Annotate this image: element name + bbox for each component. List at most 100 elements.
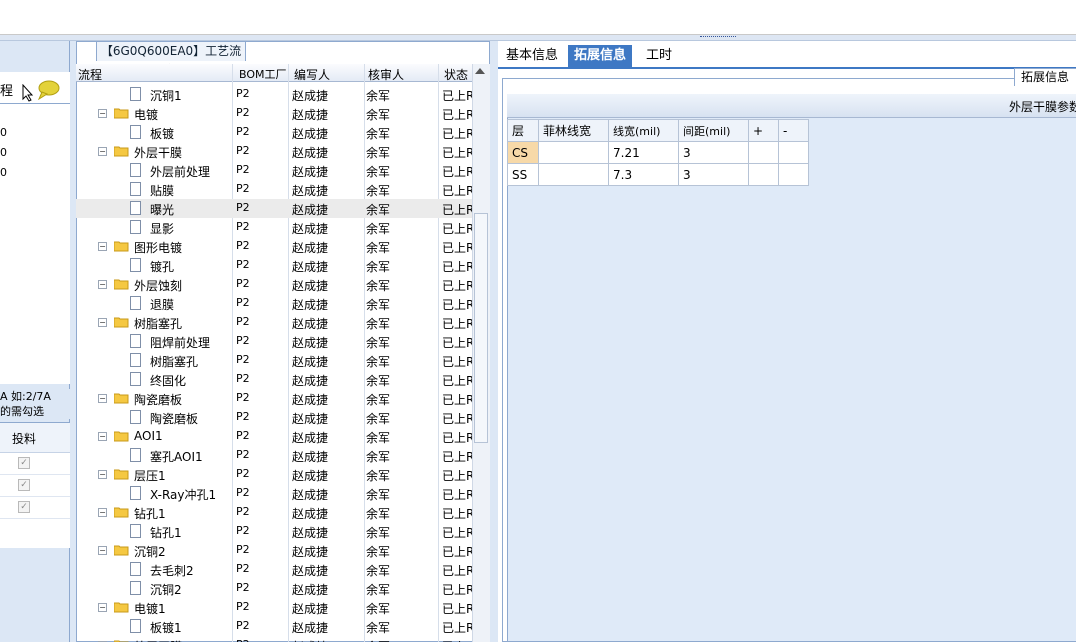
tree-row[interactable]: 沉铜1 P2 赵成捷 余军 已上R — [76, 85, 472, 104]
folder-icon — [114, 602, 129, 613]
tree-row[interactable]: 塞孔AOI1 P2 赵成捷 余军 已上R — [76, 446, 472, 465]
col-status[interactable]: 状态 — [444, 66, 468, 83]
tab-extended-info[interactable]: 拓展信息 — [568, 45, 633, 69]
grid-cell[interactable] — [778, 163, 809, 186]
table-row[interactable]: CS 7.21 3 — [507, 141, 809, 164]
tree-row[interactable]: − 钻孔1 P2 赵成捷 余军 已上R — [76, 503, 472, 522]
col-flow[interactable]: 流程 — [78, 66, 102, 83]
bom-cell: P2 — [236, 144, 250, 157]
list-item[interactable]: 0 — [0, 166, 7, 179]
collapse-toggle-icon[interactable]: − — [98, 109, 107, 118]
collapse-toggle-icon[interactable]: − — [98, 147, 107, 156]
tree-row[interactable]: −外层干膜1P2赵成捷余军已上R — [76, 636, 472, 642]
grid-cell[interactable]: 7.21 — [608, 141, 679, 164]
left-panel-grid: 投料 ✓ ✓ ✓ — [0, 422, 70, 548]
tree-row[interactable]: 板镀 P2 赵成捷 余军 已上R — [76, 123, 472, 142]
tree-row[interactable]: 沉铜2 P2 赵成捷 余军 已上R — [76, 579, 472, 598]
tree-row[interactable]: − 电镀 P2 赵成捷 余军 已上R — [76, 104, 472, 123]
grid-header: 投料 — [0, 423, 70, 453]
col-line-width[interactable]: 线宽(mil) — [608, 119, 679, 142]
col-writer[interactable]: 编写人 — [294, 66, 330, 83]
bom-cell: P2 — [236, 505, 250, 518]
grid-cell[interactable] — [538, 141, 609, 164]
collapse-toggle-icon[interactable]: − — [98, 394, 107, 403]
writer-cell: 赵成捷 — [292, 298, 329, 312]
tree-row[interactable]: − 图形电镀 P2 赵成捷 余军 已上R — [76, 237, 472, 256]
grid-cell[interactable]: 3 — [678, 141, 749, 164]
tree-row[interactable]: − 树脂塞孔 P2 赵成捷 余军 已上R — [76, 313, 472, 332]
list-item[interactable]: 0 — [0, 146, 7, 159]
tree-row[interactable]: − 外层干膜 P2 赵成捷 余军 已上R — [76, 142, 472, 161]
writer-cell: 赵成捷 — [292, 127, 329, 141]
tab-work-hours[interactable]: 工时 — [640, 45, 678, 69]
tree-row[interactable]: 板镀1 P2 赵成捷 余军 已上R — [76, 617, 472, 636]
document-icon — [130, 334, 141, 348]
tree-row[interactable]: − 层压1 P2 赵成捷 余军 已上R — [76, 465, 472, 484]
tree-row[interactable]: 陶瓷磨板 P2 赵成捷 余军 已上R — [76, 408, 472, 427]
reviewer-cell: 余军 — [366, 260, 391, 274]
document-icon — [130, 410, 141, 424]
tree-row[interactable]: 贴膜 P2 赵成捷 余军 已上R — [76, 180, 472, 199]
tree-row[interactable]: − 陶瓷磨板 P2 赵成捷 余军 已上R — [76, 389, 472, 408]
grid-cell[interactable] — [538, 163, 609, 186]
tree-row[interactable]: 树脂塞孔 P2 赵成捷 余军 已上R — [76, 351, 472, 370]
tree-row[interactable]: 阻焊前处理 P2 赵成捷 余军 已上R — [76, 332, 472, 351]
scroll-up-arrow-icon[interactable] — [475, 68, 485, 74]
tab-basic-info[interactable]: 基本信息 — [500, 45, 564, 69]
tree-row[interactable]: 显影 P2 赵成捷 余军 已上R — [76, 218, 472, 237]
grid-cell[interactable]: CS — [507, 141, 539, 164]
feed-checkbox[interactable]: ✓ — [18, 457, 30, 469]
tree-row[interactable]: 去毛刺2 P2 赵成捷 余军 已上R — [76, 560, 472, 579]
collapse-toggle-icon[interactable]: − — [98, 280, 107, 289]
grid-cell[interactable] — [748, 163, 779, 186]
reviewer-cell: 余军 — [366, 564, 391, 578]
grid-cell[interactable] — [778, 141, 809, 164]
chat-bubble-icon[interactable] — [36, 80, 60, 100]
bom-cell: P2 — [236, 239, 250, 252]
tree-row[interactable]: 终固化 P2 赵成捷 余军 已上R — [76, 370, 472, 389]
col-minus[interactable]: - — [778, 119, 809, 142]
collapse-toggle-icon[interactable]: − — [98, 546, 107, 555]
tree-row[interactable]: − AOI1 P2 赵成捷 余军 已上R — [76, 427, 472, 446]
tree-row[interactable]: 外层前处理 P2 赵成捷 余军 已上R — [76, 161, 472, 180]
tree-row[interactable]: − 外层蚀刻 P2 赵成捷 余军 已上R — [76, 275, 472, 294]
table-row[interactable]: SS 7.3 3 — [507, 163, 809, 186]
grid-cell[interactable]: SS — [507, 163, 539, 186]
document-icon — [130, 258, 141, 272]
tree-row[interactable]: 曝光 P2 赵成捷 余军 已上R — [76, 199, 472, 218]
grid-cell[interactable]: 7.3 — [608, 163, 679, 186]
writer-cell: 赵成捷 — [292, 431, 329, 445]
grid-cell[interactable] — [748, 141, 779, 164]
scrollbar-thumb[interactable] — [474, 213, 488, 443]
status-cell: 已上R — [442, 412, 472, 426]
middle-splitter[interactable] — [490, 41, 498, 642]
tree-row[interactable]: 镀孔 P2 赵成捷 余军 已上R — [76, 256, 472, 275]
list-item[interactable]: 0 — [0, 126, 7, 139]
collapse-toggle-icon[interactable]: − — [98, 432, 107, 441]
col-layer[interactable]: 层 — [507, 119, 539, 142]
reviewer-cell: 余军 — [366, 374, 391, 388]
grid-cell[interactable]: 3 — [678, 163, 749, 186]
collapse-toggle-icon[interactable]: − — [98, 508, 107, 517]
col-bom[interactable]: BOM工厂 — [239, 66, 287, 82]
tree-row[interactable]: − 沉铜2 P2 赵成捷 余军 已上R — [76, 541, 472, 560]
feed-checkbox[interactable]: ✓ — [18, 501, 30, 513]
col-spacing[interactable]: 间距(mil) — [678, 119, 749, 142]
extended-info-subtab[interactable]: 拓展信息 — [1014, 68, 1076, 86]
left-panel-list: 0 0 0 — [0, 104, 70, 384]
feed-checkbox[interactable]: ✓ — [18, 479, 30, 491]
tree-row[interactable]: − 电镀1 P2 赵成捷 余军 已上R — [76, 598, 472, 617]
tree-row[interactable]: X-Ray冲孔1 P2 赵成捷 余军 已上R — [76, 484, 472, 503]
collapse-toggle-icon[interactable]: − — [98, 242, 107, 251]
process-flow-tab[interactable]: 【6G0Q600EA0】工艺流程 — [96, 41, 246, 77]
col-reviewer[interactable]: 核审人 — [368, 66, 404, 83]
collapse-toggle-icon[interactable]: − — [98, 318, 107, 327]
col-plus[interactable]: + — [748, 119, 779, 142]
tree-row[interactable]: 钻孔1 P2 赵成捷 余军 已上R — [76, 522, 472, 541]
tree-row[interactable]: 退膜 P2 赵成捷 余军 已上R — [76, 294, 472, 313]
document-icon — [130, 201, 141, 215]
splitter-grip-icon[interactable] — [700, 36, 736, 40]
collapse-toggle-icon[interactable]: − — [98, 603, 107, 612]
collapse-toggle-icon[interactable]: − — [98, 470, 107, 479]
col-film-width[interactable]: 菲林线宽 — [538, 119, 609, 142]
